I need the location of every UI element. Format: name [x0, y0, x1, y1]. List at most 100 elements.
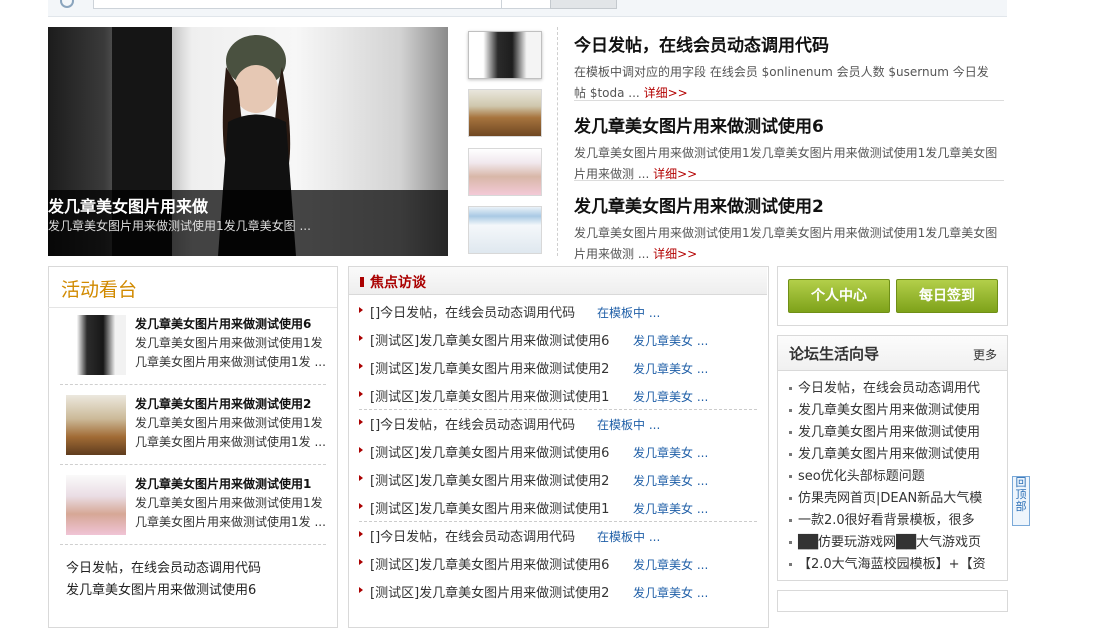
- activity-item[interactable]: 发几章美女图片用来做测试使用2 发几章美女图片用来做测试使用1发几章美女图片用来…: [66, 395, 328, 457]
- search-icon: [60, 0, 74, 8]
- headline-title[interactable]: 发几章美女图片用来做测试使用6: [574, 112, 1004, 137]
- activity-item-image[interactable]: [66, 475, 126, 535]
- guide-item-text[interactable]: ██仿要玩游戏网██大气游戏页: [798, 535, 981, 550]
- activity-title-line: [48, 307, 337, 308]
- headline-desc: 发几章美女图片用来做测试使用1发几章美女图片用来做测试使用1发几章美女图片用来做…: [574, 143, 998, 185]
- focus-row[interactable]: [测试区]发几章美女图片用来做测试使用6 发几章美女 ...: [359, 436, 759, 464]
- guide-item-text[interactable]: 发几章美女图片用来做测试使用: [798, 425, 980, 440]
- focus-row-sub[interactable]: 在模板中 ...: [597, 528, 660, 545]
- focus-row-sub[interactable]: 发几章美女 ...: [633, 444, 708, 461]
- focus-row[interactable]: []今日发帖，在线会员动态调用代码 在模板中 ...: [359, 296, 759, 324]
- guide-item-text[interactable]: 【2.0大气海蓝校园模板】+【资: [798, 557, 986, 572]
- guide-more-link[interactable]: 更多: [973, 346, 997, 363]
- triangle-bullet-icon: [359, 447, 363, 453]
- guide-item-text[interactable]: 一款2.0很好看背景模板，很多: [798, 513, 975, 528]
- activity-link[interactable]: 今日发帖，在线会员动态调用代码: [66, 558, 261, 580]
- focus-row[interactable]: []今日发帖，在线会员动态调用代码 在模板中 ...: [359, 520, 759, 548]
- activity-item-title[interactable]: 发几章美女图片用来做测试使用2: [135, 395, 329, 412]
- focus-row-text[interactable]: [测试区]发几章美女图片用来做测试使用1: [370, 498, 609, 517]
- focus-row-sub[interactable]: 发几章美女 ...: [633, 472, 708, 489]
- focus-row-text[interactable]: [测试区]发几章美女图片用来做测试使用1: [370, 386, 609, 405]
- focus-row-sub[interactable]: 发几章美女 ...: [633, 584, 708, 601]
- activity-item-desc: 发几章美女图片用来做测试使用1发几章美女图片用来做测试使用1发 ...: [135, 416, 326, 449]
- slide-title[interactable]: 发几章美女图片用来做: [48, 193, 208, 217]
- focus-row[interactable]: [测试区]发几章美女图片用来做测试使用6 发几章美女 ...: [359, 548, 759, 576]
- triangle-bullet-icon: [359, 391, 363, 397]
- activity-separator: [60, 384, 326, 385]
- headline-item: 发几章美女图片用来做测试使用2 发几章美女图片用来做测试使用1发几章美女图片用来…: [574, 192, 1004, 265]
- slide-thumb-4[interactable]: [468, 206, 542, 254]
- triangle-bullet-icon: [359, 335, 363, 341]
- focus-row-text[interactable]: []今日发帖，在线会员动态调用代码: [370, 414, 575, 433]
- guide-item[interactable]: 仿果壳网首页|DEAN新品大气模: [789, 487, 999, 506]
- activity-item-image[interactable]: [66, 315, 126, 375]
- focus-row-text[interactable]: [测试区]发几章美女图片用来做测试使用6: [370, 442, 609, 461]
- guide-item-text[interactable]: seo优化头部标题问题: [798, 469, 925, 484]
- focus-row[interactable]: [测试区]发几章美女图片用来做测试使用2 发几章美女 ...: [359, 464, 759, 492]
- focus-row[interactable]: [测试区]发几章美女图片用来做测试使用2 发几章美女 ...: [359, 352, 759, 380]
- guide-item[interactable]: seo优化头部标题问题: [789, 465, 999, 484]
- triangle-bullet-icon: [359, 475, 363, 481]
- focus-row[interactable]: [测试区]发几章美女图片用来做测试使用1 发几章美女 ...: [359, 492, 759, 520]
- guide-title: 论坛生活向导: [789, 345, 880, 363]
- daily-signin-button[interactable]: 每日签到: [896, 279, 998, 313]
- focus-row-sub[interactable]: 发几章美女 ...: [633, 360, 708, 377]
- headline-desc-text: 发几章美女图片用来做测试使用1发几章美女图片用来做测试使用1发几章美女图片用来做…: [574, 146, 998, 181]
- focus-row[interactable]: [测试区]发几章美女图片用来做测试使用6 发几章美女 ...: [359, 324, 759, 352]
- search-input[interactable]: [93, 0, 502, 9]
- activity-item-title[interactable]: 发几章美女图片用来做测试使用6: [135, 315, 329, 332]
- focus-row-sub[interactable]: 在模板中 ...: [597, 304, 660, 321]
- search-button[interactable]: [550, 0, 617, 9]
- guide-item-text[interactable]: 发几章美女图片用来做测试使用: [798, 447, 980, 462]
- guide-item[interactable]: 【2.0大气海蓝校园模板】+【资: [789, 553, 999, 572]
- focus-row-sub[interactable]: 发几章美女 ...: [633, 332, 708, 349]
- guide-item-text[interactable]: 仿果壳网首页|DEAN新品大气模: [798, 491, 982, 506]
- headline-more-link[interactable]: 详细>>: [653, 167, 697, 181]
- slide-thumb-2[interactable]: [468, 89, 542, 137]
- focus-row-text[interactable]: [测试区]发几章美女图片用来做测试使用2: [370, 470, 609, 489]
- guide-item[interactable]: 发几章美女图片用来做测试使用: [789, 421, 999, 440]
- focus-row-sub[interactable]: 在模板中 ...: [597, 416, 660, 433]
- headline-title[interactable]: 发几章美女图片用来做测试使用2: [574, 192, 1004, 217]
- focus-row-text[interactable]: [测试区]发几章美女图片用来做测试使用2: [370, 358, 609, 377]
- headline-more-link[interactable]: 详细>>: [644, 86, 688, 100]
- headline-more-link[interactable]: 详细>>: [653, 247, 697, 261]
- focus-row[interactable]: [测试区]发几章美女图片用来做测试使用2 发几章美女 ...: [359, 576, 759, 604]
- activity-item-image[interactable]: [66, 395, 126, 455]
- guide-item[interactable]: 发几章美女图片用来做测试使用: [789, 443, 999, 462]
- activity-item[interactable]: 发几章美女图片用来做测试使用6 发几章美女图片用来做测试使用1发几章美女图片用来…: [66, 315, 328, 377]
- focus-row-text[interactable]: [测试区]发几章美女图片用来做测试使用6: [370, 554, 609, 573]
- focus-row-text[interactable]: [测试区]发几章美女图片用来做测试使用2: [370, 582, 609, 601]
- focus-row[interactable]: []今日发帖，在线会员动态调用代码 在模板中 ...: [359, 408, 759, 436]
- focus-row-sub[interactable]: 发几章美女 ...: [633, 388, 708, 405]
- guide-item[interactable]: 一款2.0很好看背景模板，很多: [789, 509, 999, 528]
- focus-row-sub[interactable]: 发几章美女 ...: [633, 556, 708, 573]
- triangle-bullet-icon: [359, 419, 363, 425]
- activity-item[interactable]: 发几章美女图片用来做测试使用1 发几章美女图片用来做测试使用1发几章美女图片用来…: [66, 475, 328, 537]
- bullet-dot-icon: [789, 519, 792, 522]
- focus-row-text[interactable]: []今日发帖，在线会员动态调用代码: [370, 526, 575, 545]
- activity-item-title[interactable]: 发几章美女图片用来做测试使用1: [135, 475, 329, 492]
- guide-item[interactable]: ██仿要玩游戏网██大气游戏页: [789, 531, 999, 550]
- bullet-dot-icon: [789, 409, 792, 412]
- activity-link[interactable]: 发几章美女图片用来做测试使用6: [66, 580, 261, 602]
- triangle-bullet-icon: [359, 559, 363, 565]
- triangle-bullet-icon: [359, 307, 363, 313]
- search-type-select[interactable]: [501, 0, 551, 9]
- focus-row-text[interactable]: [测试区]发几章美女图片用来做测试使用6: [370, 330, 609, 349]
- slide-thumb-1[interactable]: [468, 31, 542, 79]
- guide-item[interactable]: 发几章美女图片用来做测试使用: [789, 399, 999, 418]
- guide-item[interactable]: 今日发帖，在线会员动态调用代: [789, 377, 999, 396]
- personal-center-button[interactable]: 个人中心: [788, 279, 890, 313]
- focus-row-text[interactable]: []今日发帖，在线会员动态调用代码: [370, 302, 575, 321]
- bullet-dot-icon: [789, 387, 792, 390]
- next-panel: [777, 590, 1008, 612]
- slideshow-main-image[interactable]: 发几章美女图片用来做 发几章美女图片用来做测试使用1发几章美女图 ...: [48, 27, 448, 256]
- guide-item-text[interactable]: 今日发帖，在线会员动态调用代: [798, 381, 980, 396]
- focus-row[interactable]: [测试区]发几章美女图片用来做测试使用1 发几章美女 ...: [359, 380, 759, 408]
- back-to-top-button[interactable]: 回顶部: [1012, 476, 1030, 526]
- headline-title[interactable]: 今日发帖，在线会员动态调用代码: [574, 31, 1004, 56]
- guide-item-text[interactable]: 发几章美女图片用来做测试使用: [798, 403, 980, 418]
- focus-row-sub[interactable]: 发几章美女 ...: [633, 500, 708, 517]
- slide-thumb-3[interactable]: [468, 148, 542, 196]
